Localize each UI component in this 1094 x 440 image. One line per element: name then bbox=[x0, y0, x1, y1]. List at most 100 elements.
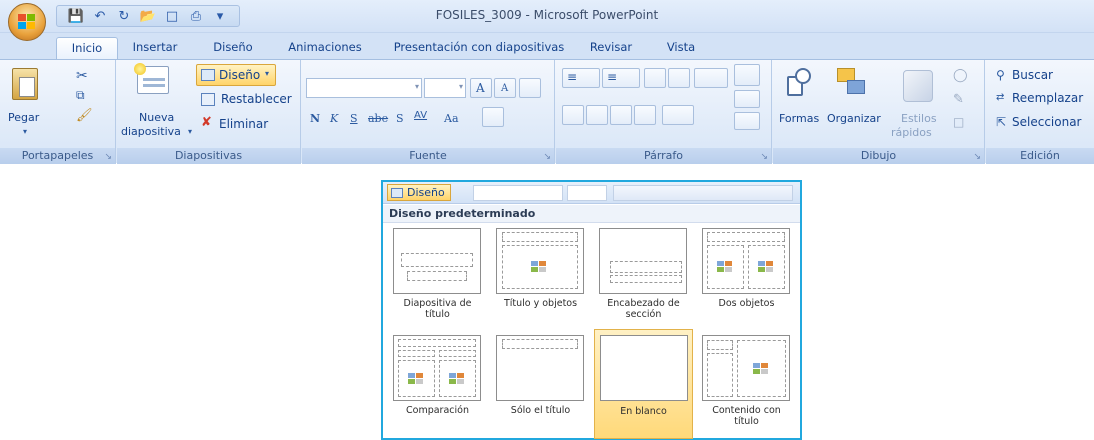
shape-outline-icon[interactable]: ✎ bbox=[953, 92, 964, 107]
paste-dropdown-icon[interactable]: ▾ bbox=[23, 127, 27, 136]
layout-contenido-con-titulo[interactable]: Contenido con título bbox=[697, 332, 796, 438]
dibujo-launcher-icon[interactable]: ↘ bbox=[973, 152, 981, 162]
office-button[interactable] bbox=[8, 3, 46, 41]
left-heading-placeholder bbox=[398, 350, 435, 357]
gallery-layout-button[interactable]: Diseño ▾ bbox=[387, 184, 451, 203]
title-bar: 💾 ↶ ↻ 📂 □ ⎙ ▾ FOSILES_3009 - Microsoft P… bbox=[0, 0, 1094, 33]
gallery-size-combo bbox=[567, 185, 607, 201]
char-spacing-button[interactable]: AV bbox=[414, 110, 427, 121]
align-right-icon[interactable] bbox=[610, 105, 632, 125]
group-label-diapositivas: Diapositivas bbox=[117, 148, 300, 164]
italic-button[interactable]: K bbox=[330, 112, 338, 125]
arrange-button[interactable]: Organizar bbox=[827, 112, 881, 125]
bold-button[interactable]: N bbox=[310, 112, 320, 125]
shadow-button[interactable]: S bbox=[396, 112, 404, 125]
font-name-combo[interactable]: ▾ bbox=[306, 78, 422, 98]
layout-comparacion[interactable]: Comparación bbox=[388, 332, 487, 438]
tab-vista[interactable]: Vista bbox=[656, 37, 706, 59]
title-placeholder bbox=[502, 232, 578, 242]
shapes-button[interactable]: Formas bbox=[779, 112, 819, 125]
numbering-button[interactable]: ≡ bbox=[602, 68, 640, 88]
reset-button[interactable]: Restablecer bbox=[221, 92, 292, 106]
content-placeholder bbox=[502, 245, 578, 289]
layout-titulo[interactable]: Diapositiva de título bbox=[388, 225, 487, 331]
decrease-indent-icon[interactable] bbox=[644, 68, 666, 88]
align-left-icon[interactable] bbox=[562, 105, 584, 125]
select-arrow-icon[interactable]: ⇱ bbox=[996, 115, 1006, 129]
font-size-combo[interactable]: ▾ bbox=[424, 78, 466, 98]
shape-effects-icon[interactable]: □ bbox=[953, 115, 964, 129]
replace-button[interactable]: Reemplazar bbox=[1012, 91, 1083, 105]
layout-gallery: Diseño ▾ Diseño predeterminado Diapositi… bbox=[381, 180, 802, 440]
increase-indent-icon[interactable] bbox=[668, 68, 690, 88]
ribbon-window: 💾 ↶ ↻ 📂 □ ⎙ ▾ FOSILES_3009 - Microsoft P… bbox=[0, 0, 1094, 164]
parrafo-launcher-icon[interactable]: ↘ bbox=[760, 152, 768, 162]
paste-button[interactable]: Pegar bbox=[8, 111, 39, 124]
underline-button[interactable]: S bbox=[350, 112, 358, 125]
tab-inicio[interactable]: Inicio bbox=[56, 37, 118, 59]
shapes-icon[interactable] bbox=[785, 68, 813, 98]
fuente-launcher-icon[interactable]: ↘ bbox=[543, 152, 551, 162]
change-case-button[interactable]: Aa bbox=[444, 112, 459, 125]
layout-button[interactable]: Diseño ▾ bbox=[196, 64, 276, 86]
tab-insertar[interactable]: Insertar bbox=[122, 37, 188, 59]
layout-encabezado-seccion[interactable]: Encabezado de sección bbox=[594, 225, 693, 331]
new-slide-dropdown-icon[interactable]: ▾ bbox=[188, 127, 192, 136]
new-slide-label-2[interactable]: diapositiva bbox=[121, 125, 181, 138]
line-spacing-icon[interactable] bbox=[694, 68, 728, 88]
copy-icon[interactable]: ⧉ bbox=[76, 88, 85, 103]
layout-caption: Encabezado de sección bbox=[607, 298, 680, 320]
group-edicion: ⚲ Buscar ⇄ Reemplazar ⇱ Seleccionar Edic… bbox=[986, 60, 1094, 164]
tab-revisar[interactable]: Revisar bbox=[582, 37, 640, 59]
find-button[interactable]: Buscar bbox=[1012, 68, 1053, 82]
window-title: FOSILES_3009 - Microsoft PowerPoint bbox=[435, 8, 659, 22]
layout-titulo-y-objetos[interactable]: Título y objetos bbox=[491, 225, 590, 331]
reset-icon[interactable] bbox=[201, 93, 215, 106]
ribbon-tabs: Inicio Insertar Diseño Animaciones Prese… bbox=[0, 33, 1094, 59]
quick-styles-label-1[interactable]: Estilos bbox=[901, 112, 937, 125]
ribbon-body: Pegar ▾ ✂ ⧉ 🖌 Portapapeles ↘ Nueva diapo… bbox=[0, 59, 1094, 164]
font-color-button[interactable] bbox=[482, 107, 504, 127]
justify-icon[interactable] bbox=[634, 105, 656, 125]
gallery-font-combo bbox=[473, 185, 563, 201]
select-button[interactable]: Seleccionar bbox=[1012, 115, 1081, 129]
delete-slide-button[interactable]: Eliminar bbox=[219, 117, 268, 131]
align-text-icon[interactable] bbox=[734, 90, 760, 108]
quick-styles-icon[interactable] bbox=[903, 70, 933, 102]
find-icon[interactable]: ⚲ bbox=[996, 68, 1005, 82]
layout-solo-titulo[interactable]: Sólo el título bbox=[491, 332, 590, 438]
bullets-button[interactable]: ≡ bbox=[562, 68, 600, 88]
content-objects-icon bbox=[408, 373, 425, 385]
content-objects-icon bbox=[717, 261, 734, 273]
tab-diseno[interactable]: Diseño bbox=[200, 37, 266, 59]
new-slide-label-1[interactable]: Nueva bbox=[139, 111, 174, 124]
layout-en-blanco[interactable]: En blanco bbox=[594, 329, 693, 439]
arrange-icon[interactable] bbox=[837, 68, 867, 98]
cut-icon[interactable]: ✂ bbox=[76, 68, 88, 84]
quick-styles-label-2[interactable]: rápidos bbox=[891, 126, 932, 139]
clear-format-icon[interactable] bbox=[519, 78, 541, 98]
grow-font-button[interactable]: A bbox=[470, 78, 492, 98]
shrink-font-button[interactable]: A bbox=[494, 78, 516, 98]
layout-dos-objetos[interactable]: Dos objetos bbox=[697, 225, 796, 331]
text-direction-icon[interactable] bbox=[734, 64, 760, 86]
shrink-font-label: A bbox=[501, 83, 509, 94]
layout-thumbnail bbox=[702, 228, 790, 294]
replace-icon[interactable]: ⇄ bbox=[996, 92, 1004, 103]
subtitle-placeholder bbox=[407, 271, 467, 281]
shape-fill-icon[interactable]: ◯ bbox=[953, 68, 968, 83]
strikethrough-button[interactable]: abe bbox=[368, 112, 388, 125]
align-center-icon[interactable] bbox=[586, 105, 608, 125]
content-placeholder bbox=[737, 340, 786, 397]
layout-thumbnail bbox=[496, 335, 584, 401]
tab-presentacion[interactable]: Presentación con diapositivas bbox=[384, 37, 574, 59]
delete-slide-icon[interactable]: ✘ bbox=[201, 115, 212, 130]
format-painter-icon[interactable]: 🖌 bbox=[76, 108, 93, 123]
tab-animaciones[interactable]: Animaciones bbox=[280, 37, 370, 59]
paste-icon[interactable] bbox=[12, 68, 38, 100]
new-slide-icon[interactable] bbox=[134, 63, 169, 94]
portapapeles-launcher-icon[interactable]: ↘ bbox=[104, 152, 112, 162]
columns-icon[interactable] bbox=[662, 105, 694, 125]
content-objects-icon bbox=[449, 373, 466, 385]
smartart-icon[interactable] bbox=[734, 112, 760, 130]
